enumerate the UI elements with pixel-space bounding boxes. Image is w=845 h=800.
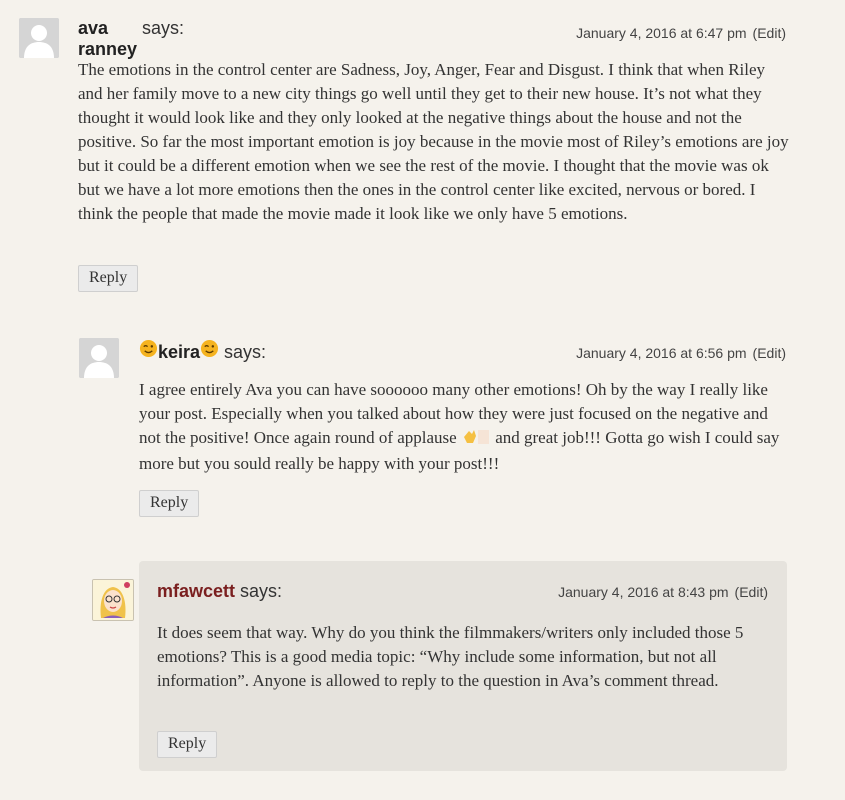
reply-button[interactable]: Reply xyxy=(157,731,218,758)
comment-body: The emotions in the control center are S… xyxy=(78,58,790,226)
edit-link[interactable]: (Edit) xyxy=(753,25,786,41)
edit-link[interactable]: (Edit) xyxy=(735,584,768,600)
comment-text: It does seem that way. Why do you think … xyxy=(157,623,744,690)
edit-link[interactable]: (Edit) xyxy=(753,345,786,361)
comment-date[interactable]: January 4, 2016 at 8:43 pm xyxy=(558,584,728,600)
comment-meta: January 4, 2016 at 8:43 pm (Edit) xyxy=(0,584,768,600)
clapping-hands-icon xyxy=(461,428,491,452)
comment-body: It does seem that way. Why do you think … xyxy=(157,621,767,693)
comment-text: The emotions in the control center are S… xyxy=(78,60,789,223)
comment-date[interactable]: January 4, 2016 at 6:56 pm xyxy=(576,345,746,361)
reply-button[interactable]: Reply xyxy=(78,265,139,292)
reply-button[interactable]: Reply xyxy=(139,490,200,517)
comment-meta: January 4, 2016 at 6:56 pm (Edit) xyxy=(0,345,786,361)
comment-text: I agree entirely Ava you can have sooooo… xyxy=(139,378,789,476)
comment-date[interactable]: January 4, 2016 at 6:47 pm xyxy=(576,25,746,41)
comment-meta: January 4, 2016 at 6:47 pm (Edit) xyxy=(0,25,786,41)
comment-body: I agree entirely Ava you can have sooooo… xyxy=(139,378,789,476)
